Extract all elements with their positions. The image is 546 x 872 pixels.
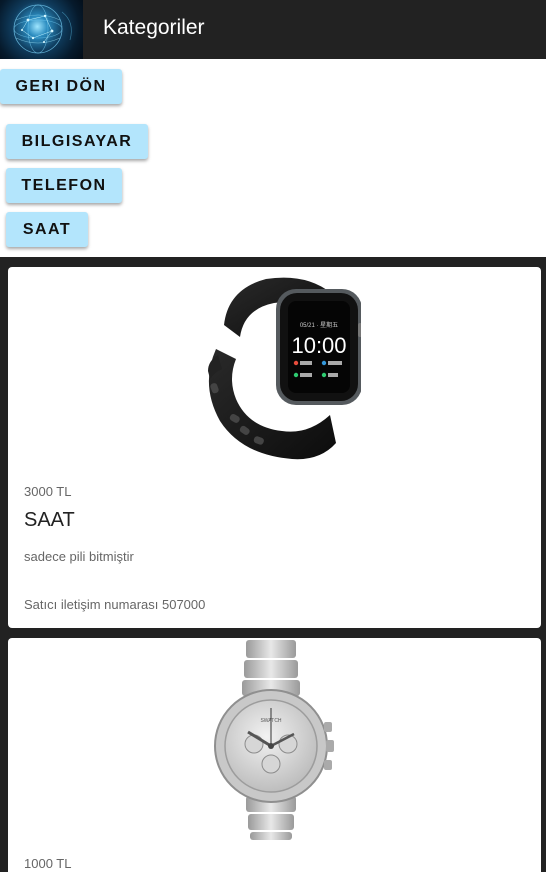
app-header: Kategoriler xyxy=(0,0,546,59)
product-card[interactable]: SWATCH 1000 TL xyxy=(8,638,541,872)
back-button[interactable]: GERI DÖN xyxy=(0,69,122,104)
globe-network-icon xyxy=(0,0,83,59)
category-button-watch[interactable]: SAAT xyxy=(6,212,88,247)
smartwatch-black-icon: 05/21 · 星期五 10:00 xyxy=(196,275,362,466)
svg-text:SWATCH: SWATCH xyxy=(260,718,281,724)
category-button-computer[interactable]: BILGISAYAR xyxy=(6,124,148,159)
product-price: 3000 TL xyxy=(24,484,72,499)
product-price: 1000 TL xyxy=(24,856,72,871)
svg-text:05/21 · 星期五: 05/21 · 星期五 xyxy=(300,321,338,329)
product-card[interactable]: 05/21 · 星期五 10:00 3000 TL SAAT sadece pi… xyxy=(8,267,541,628)
seller-contact: Satıcı iletişim numarası 507000 xyxy=(24,597,206,612)
product-description: sadece pili bitmiştir xyxy=(24,549,134,564)
category-button-phone[interactable]: TELEFON xyxy=(6,168,122,203)
product-title: SAAT xyxy=(24,509,75,531)
page-title: Kategoriler xyxy=(103,16,205,39)
product-list[interactable]: 05/21 · 星期五 10:00 3000 TL SAAT sadece pi… xyxy=(0,257,546,872)
watch-screen-time: 10:00 xyxy=(291,333,346,358)
silver-wristwatch-icon: SWATCH xyxy=(208,640,338,845)
